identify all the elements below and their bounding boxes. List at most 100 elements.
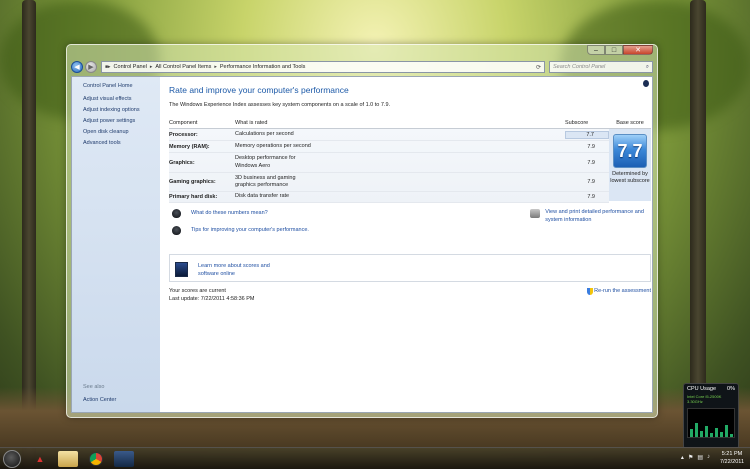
view-print-details-label: View and print detailed performance and … [545, 209, 644, 223]
action-center-link[interactable]: Action Center [83, 397, 116, 403]
caption-buttons: – □ ✕ [587, 45, 653, 55]
row-subscore: 7.7 [565, 130, 609, 139]
scores-current-text: Your scores are current [169, 288, 226, 294]
computer-icon [175, 262, 188, 277]
gadget-title: CPU Usage [687, 386, 717, 392]
header-base-score: Base score [616, 120, 644, 126]
row-component: Gaming graphics: [169, 179, 216, 185]
performance-window: – □ ✕ ◀ ▶ ■ ▸ Control Panel ▸ All Contro… [66, 44, 658, 418]
search-icon[interactable]: ⌕ [646, 64, 649, 71]
page-intro: The Windows Experience Index assesses ke… [169, 102, 391, 108]
task-adjust-indexing-options[interactable]: Adjust indexing options [83, 107, 160, 113]
breadcrumb-control-panel[interactable]: Control Panel [114, 64, 147, 70]
clock-date: 7/22/2011 [719, 458, 744, 465]
tray-arrow-icon[interactable]: ▴ [681, 454, 684, 461]
base-score-badge: 7.7 [613, 134, 647, 168]
breadcrumb-separator: ▸ [149, 64, 153, 70]
cpu-usage-graph [687, 408, 735, 438]
row-what-is-rated: Memory operations per second [235, 142, 311, 149]
row-what-is-rated: 3D business and gaming graphics performa… [235, 174, 296, 189]
close-button[interactable]: ✕ [623, 45, 653, 55]
learn-more-link[interactable]: Learn more about scores and software onl… [198, 263, 288, 278]
row-what-is-rated: Disk data transfer rate [235, 193, 290, 200]
what-numbers-mean-label: What do these numbers mean? [191, 210, 268, 216]
row-what-is-rated: Desktop performance for Windows Aero [235, 155, 296, 169]
chrome-icon[interactable] [86, 451, 106, 467]
rerun-assessment-label: Re-run the assessment [594, 288, 651, 294]
view-print-details-link[interactable]: View and print detailed performance and … [530, 209, 652, 224]
gadget-value: 0% [727, 386, 735, 392]
system-clock[interactable]: 5:21 PM 7/22/2011 [720, 451, 744, 466]
row-component: Primary hard disk: [169, 194, 218, 200]
table-row: Memory (RAM): Memory operations per seco… [169, 141, 609, 153]
table-body: Processor: Calculations per second 7.7 M… [169, 129, 609, 203]
row-subscore: 7.9 [587, 179, 595, 185]
tips-improving-label: Tips for improving your computer's perfo… [191, 227, 309, 233]
row-what-is-rated: Calculations per second [235, 130, 294, 137]
breadcrumb-performance[interactable]: Performance Information and Tools [220, 64, 306, 70]
row-component: Processor: [169, 131, 198, 138]
alienware-icon[interactable]: ▲ [30, 451, 50, 467]
learn-more-box: Learn more about scores and software onl… [169, 254, 651, 282]
row-component: Memory (RAM): [169, 143, 210, 150]
start-button[interactable] [3, 450, 21, 468]
flag-icon[interactable]: ⚑ [688, 454, 693, 461]
header-subscore: Subscore [565, 120, 589, 126]
network-icon[interactable]: ▤ [697, 454, 703, 461]
row-subscore: 7.9 [587, 194, 595, 200]
task-adjust-visual-effects[interactable]: Adjust visual effects [83, 96, 160, 102]
table-row: Processor: Calculations per second 7.7 [169, 129, 609, 141]
help-topic-icon [172, 226, 181, 235]
taskbar: ▲ ▴ ⚑ ▤ ♪ 5:21 PM 7/22/2011 [0, 447, 750, 469]
back-button[interactable]: ◀ [71, 61, 83, 73]
table-row: Primary hard disk: Disk data transfer ra… [169, 192, 609, 203]
notification-area: ▴ ⚑ ▤ ♪ [681, 454, 710, 461]
row-component: Graphics: [169, 159, 195, 166]
help-links: What do these numbers mean? Tips for imp… [169, 206, 651, 254]
task-open-disk-cleanup[interactable]: Open disk cleanup [83, 129, 160, 135]
gadget-subtitle: Intel Core i5-2500K 3.30GHz [687, 394, 722, 404]
breadcrumb-separator: ▸ [214, 64, 217, 70]
navigation-bar: ◀ ▶ ■ ▸ Control Panel ▸ All Control Pane… [71, 59, 653, 75]
status-area: Your scores are current Last update: 7/2… [169, 287, 651, 303]
breadcrumb-all-items[interactable]: All Control Panel Items [155, 64, 211, 70]
refresh-icon[interactable]: ⟳ [536, 64, 541, 71]
last-update-text: Last update: 7/22/2011 4:58:36 PM [169, 296, 255, 302]
breadcrumb-separator: ▸ [108, 64, 111, 70]
table-header: Component What is rated Subscore Base sc… [169, 118, 651, 129]
page-title: Rate and improve your computer's perform… [169, 85, 349, 95]
header-what-is-rated: What is rated [235, 120, 268, 126]
base-score-caption: Determined by lowest subscore [610, 171, 650, 184]
main-content: Rate and improve your computer's perform… [160, 77, 652, 412]
forward-button[interactable]: ▶ [85, 61, 97, 73]
see-also-heading: See also [83, 384, 105, 390]
control-panel-home-link[interactable]: Control Panel Home [83, 83, 160, 89]
row-subscore: 7.9 [587, 159, 595, 166]
score-table: Component What is rated Subscore Base sc… [169, 118, 651, 203]
what-numbers-mean-link[interactable]: What do these numbers mean? [172, 209, 268, 218]
left-pane: Control Panel Home Adjust visual effects… [72, 77, 160, 412]
address-bar[interactable]: ■ ▸ Control Panel ▸ All Control Panel It… [101, 61, 545, 73]
search-input[interactable]: Search Control Panel ⌕ [549, 61, 653, 73]
help-icon[interactable] [643, 80, 649, 87]
row-subscore: 7.9 [587, 143, 595, 150]
minimize-button[interactable]: – [587, 45, 605, 55]
cpu-usage-gadget[interactable]: CPU Usage 0% Intel Core i5-2500K 3.30GHz [683, 383, 739, 449]
shield-icon [587, 287, 594, 295]
task-advanced-tools[interactable]: Advanced tools [83, 140, 160, 146]
table-row: Graphics: Desktop performance for Window… [169, 153, 609, 173]
wallpaper-tree [690, 0, 706, 390]
tips-improving-link[interactable]: Tips for improving your computer's perfo… [172, 226, 322, 235]
search-placeholder: Search Control Panel [553, 64, 606, 70]
performance-tools-icon[interactable] [114, 451, 134, 467]
printer-icon [530, 209, 541, 218]
header-component: Component [169, 120, 198, 126]
help-topic-icon [172, 209, 181, 218]
explorer-icon[interactable] [58, 451, 78, 467]
rerun-assessment-link[interactable]: Re-run the assessment [587, 287, 651, 295]
maximize-button[interactable]: □ [605, 45, 623, 55]
clock-time: 5:21 PM [721, 451, 743, 457]
task-adjust-power-settings[interactable]: Adjust power settings [83, 118, 160, 124]
volume-icon[interactable]: ♪ [707, 454, 710, 461]
client-area: Control Panel Home Adjust visual effects… [71, 76, 653, 413]
